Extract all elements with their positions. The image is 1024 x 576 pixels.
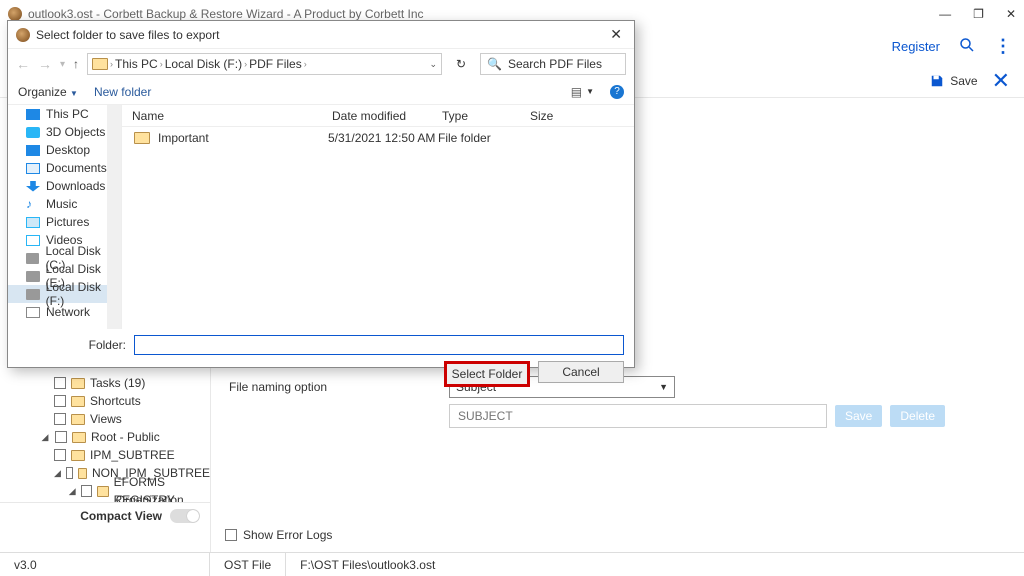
folder-icon (134, 132, 150, 144)
tree-ipm[interactable]: IPM_SUBTREE (40, 446, 210, 464)
sidebar-disk-f[interactable]: Local Disk (F:) (8, 285, 121, 303)
save-label: Save (950, 74, 977, 88)
close-button[interactable]: ✕ (1006, 7, 1016, 21)
compact-view-toggle[interactable] (170, 509, 200, 523)
folder-picker-dialog: Select folder to save files to export ✕ … (7, 20, 635, 368)
register-link[interactable]: Register (892, 39, 940, 54)
sidebar-downloads[interactable]: Downloads (8, 177, 121, 195)
dialog-sidebar: This PC 3D Objects Desktop Documents Dow… (8, 105, 122, 329)
nav-recent-button[interactable]: ▾ (60, 59, 65, 70)
col-size[interactable]: Size (520, 109, 580, 123)
col-type[interactable]: Type (432, 109, 520, 123)
sidebar-3d-objects[interactable]: 3D Objects (8, 123, 121, 141)
search-icon[interactable] (958, 36, 976, 57)
file-row-important[interactable]: Important 5/31/2021 12:50 AM File folder (122, 127, 634, 149)
status-version: v3.0 (0, 553, 210, 576)
show-error-label: Show Error Logs (243, 528, 332, 542)
crumb-this-pc[interactable]: This PC (115, 57, 158, 71)
sidebar-scrollbar[interactable] (107, 105, 121, 329)
dialog-nav: ← → ▾ ↑ › This PC › Local Disk (F:) › PD… (8, 49, 634, 79)
cancel-button[interactable]: Cancel (538, 361, 624, 383)
sidebar-desktop[interactable]: Desktop (8, 141, 121, 159)
crumb-dropdown-icon[interactable]: ⌄ (429, 59, 437, 70)
column-headers[interactable]: Name Date modified Type Size (122, 105, 634, 127)
close-action-button[interactable]: ✕ (992, 68, 1010, 94)
file-type: File folder (438, 131, 526, 145)
search-placeholder: Search PDF Files (508, 57, 602, 71)
pattern-delete-button[interactable]: Delete (890, 405, 945, 427)
search-field[interactable]: 🔍 Search PDF Files (480, 53, 626, 75)
new-folder-button[interactable]: New folder (94, 85, 151, 99)
refresh-button[interactable]: ↻ (450, 57, 472, 71)
chevron-down-icon: ▼ (659, 382, 668, 392)
crumb-folder[interactable]: PDF Files (249, 57, 302, 71)
folder-icon (92, 58, 108, 70)
show-error-logs[interactable]: Show Error Logs (225, 528, 332, 542)
status-file-type: OST File (210, 553, 286, 576)
tree-views[interactable]: Views (40, 410, 210, 428)
dialog-title: Select folder to save files to export (36, 28, 606, 42)
crumb-disk[interactable]: Local Disk (F:) (165, 57, 242, 71)
nav-forward-button[interactable]: → (38, 56, 52, 72)
view-options-button[interactable]: ▤ ▼ (571, 85, 594, 99)
col-name[interactable]: Name (122, 109, 322, 123)
save-icon (930, 74, 944, 88)
nav-up-button[interactable]: ↑ (73, 57, 79, 71)
file-name: Important (158, 131, 328, 145)
save-button[interactable]: Save (930, 74, 977, 88)
dialog-titlebar: Select folder to save files to export ✕ (8, 21, 634, 49)
dialog-close-button[interactable]: ✕ (606, 26, 626, 43)
folder-input-label: Folder: (18, 338, 126, 352)
help-icon[interactable]: ? (610, 85, 624, 99)
select-folder-button[interactable]: Select Folder (444, 361, 530, 387)
maximize-button[interactable]: ❐ (973, 7, 984, 21)
folder-input[interactable] (134, 335, 624, 355)
menu-icon[interactable]: ⋮ (994, 36, 1012, 57)
col-date[interactable]: Date modified (322, 109, 432, 123)
dialog-app-icon (16, 28, 30, 42)
search-icon: 🔍 (487, 57, 502, 71)
compact-view-label: Compact View (80, 509, 162, 523)
app-icon (8, 7, 22, 21)
organize-button[interactable]: Organize ▼ (18, 85, 78, 99)
sidebar-documents[interactable]: Documents (8, 159, 121, 177)
status-file-path: F:\OST Files\outlook3.ost (286, 553, 449, 576)
tree-root-public[interactable]: ◢Root - Public (40, 428, 210, 446)
file-list: Name Date modified Type Size Important 5… (122, 105, 634, 329)
subject-input[interactable] (449, 404, 827, 428)
minimize-button[interactable]: — (939, 7, 951, 21)
sidebar-music[interactable]: ♪Music (8, 195, 121, 213)
compact-view-row: Compact View (0, 502, 210, 528)
tree-shortcuts[interactable]: Shortcuts (40, 392, 210, 410)
breadcrumb[interactable]: › This PC › Local Disk (F:) › PDF Files … (87, 53, 442, 75)
status-bar: v3.0 OST File F:\OST Files\outlook3.ost (0, 552, 1024, 576)
window-title: outlook3.ost - Corbett Backup & Restore … (28, 7, 939, 21)
pattern-save-button[interactable]: Save (835, 405, 882, 427)
sidebar-pictures[interactable]: Pictures (8, 213, 121, 231)
nav-back-button[interactable]: ← (16, 56, 30, 72)
dialog-toolbar: Organize ▼ New folder ▤ ▼ ? (8, 79, 634, 105)
file-date: 5/31/2021 12:50 AM (328, 131, 438, 145)
sidebar-this-pc[interactable]: This PC (8, 105, 121, 123)
show-error-checkbox[interactable] (225, 529, 237, 541)
